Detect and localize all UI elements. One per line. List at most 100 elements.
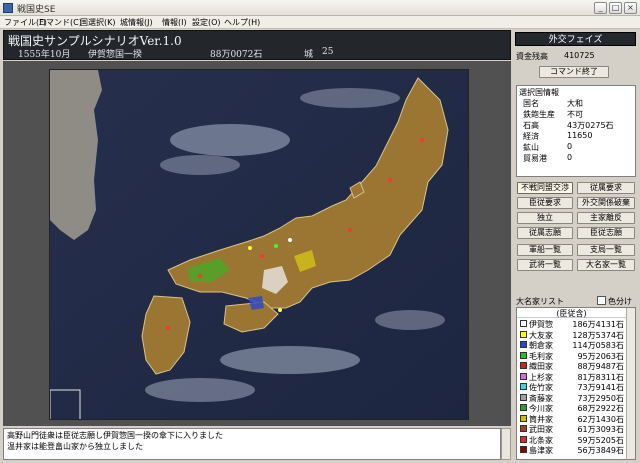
clan-name: 筒井家 (529, 414, 553, 424)
mainland-korea (50, 70, 102, 240)
daimyo-row[interactable]: 今川家 68万2922石 (517, 403, 626, 413)
clan-koku: 88万9487石 (577, 362, 624, 371)
request-subjugation-button[interactable]: 臣従志願 (577, 227, 635, 239)
clan-name: 斎藤家 (529, 393, 553, 403)
scenario-header: 戦国史サンプルシナリオVer.1.0 1555年10月 伊賀惣国一揆 88万00… (3, 30, 511, 60)
title-bar: 戦国史SE _ □ × (0, 0, 640, 16)
clan-name: 織田家 (529, 362, 553, 371)
cloud (300, 88, 400, 108)
clan-koku: 61万3093石 (577, 425, 624, 434)
clan-name: 大友家 (529, 330, 553, 340)
defect-from-lord-button[interactable]: 主家離反 (577, 212, 635, 224)
unit-marker (166, 326, 170, 330)
minimize-button[interactable]: _ (594, 2, 607, 14)
daimyo-row[interactable]: 大友家 128万5374石 (517, 330, 626, 340)
app-icon (3, 3, 13, 13)
subjugation-demand-button[interactable]: 臣従要求 (517, 197, 573, 209)
menu-help[interactable]: ヘルプ(H) (224, 17, 260, 28)
daimyo-row[interactable]: 織田家 88万9487石 (517, 361, 626, 371)
clan-name: 佐竹家 (529, 383, 553, 392)
request-vassalage-button[interactable]: 従属志願 (517, 227, 573, 239)
clan-color-swatch (520, 404, 527, 411)
castle-label: 城 (304, 50, 314, 60)
info-label: 鉄鉋生産 (523, 110, 555, 119)
daimyo-row[interactable]: 筒井家 62万1430石 (517, 414, 626, 424)
clan-name: 北条家 (529, 435, 553, 445)
unit-marker (420, 138, 424, 142)
menu-bar: ファイル(F) コマンド(C) 国選択(K) 城情報(J) 情報(I) 設定(O… (0, 16, 640, 29)
clan-color-swatch (520, 425, 527, 432)
daimyo-row[interactable]: 北条家 59万5205石 (517, 435, 626, 445)
clan-color-swatch (520, 351, 527, 359)
clan-color-swatch (520, 414, 527, 422)
clan-name: 島津家 (529, 446, 553, 455)
daimyo-row[interactable]: 毛利家 95万2063石 (517, 351, 626, 361)
daimyo-list-scrollbar[interactable] (626, 308, 635, 459)
close-button[interactable]: × (624, 2, 637, 14)
clan-color-swatch (520, 372, 527, 380)
clan-name: 朝倉家 (529, 341, 553, 350)
clan-color-swatch (520, 393, 527, 401)
daimyo-row[interactable]: 武田家 61万3093石 (517, 424, 626, 434)
japan-map[interactable] (50, 70, 469, 420)
daimyo-row[interactable]: 朝倉家 114万0583石 (517, 340, 626, 350)
daimyo-row[interactable]: 斎藤家 73万2950石 (517, 393, 626, 403)
maximize-button[interactable]: □ (609, 2, 622, 14)
branch-list-button[interactable]: 支局一覧 (577, 244, 635, 256)
clan-color-swatch (520, 341, 527, 348)
clan-color-swatch (520, 362, 527, 369)
cloud (170, 124, 290, 156)
info-value: 0 (567, 142, 573, 151)
clan-color-swatch (520, 330, 527, 338)
general-list-button[interactable]: 武将一覧 (517, 259, 573, 271)
current-date: 1555年10月 (18, 50, 71, 60)
unit-marker (348, 228, 352, 232)
clan-koku: 59万5205石 (577, 435, 624, 445)
menu-country-select[interactable]: 国選択(K) (80, 17, 116, 28)
menu-settings[interactable]: 設定(O) (192, 17, 221, 28)
end-command-button[interactable]: コマンド終了 (539, 66, 609, 78)
info-value: 43万0275石 (567, 121, 614, 130)
info-value: 不可 (567, 110, 583, 119)
clan-name: 上杉家 (529, 372, 553, 382)
clan-name: 伊賀惣 (529, 320, 553, 329)
daimyo-row[interactable]: 佐竹家 73万9141石 (517, 382, 626, 392)
map-view[interactable] (49, 69, 469, 420)
warship-list-button[interactable]: 軍船一覧 (517, 244, 573, 256)
clan-koku: 95万2063石 (577, 351, 624, 361)
daimyo-list-header: (臣従含) (517, 308, 626, 318)
menu-command[interactable]: コマンド(C) (38, 17, 82, 28)
non-aggression-alliance-button[interactable]: 不戦同盟交渉 (517, 182, 573, 194)
menu-castle-info[interactable]: 城情報(J) (120, 17, 153, 28)
daimyo-list[interactable]: (臣従含) 伊賀惣 186万4131石大友家 128万5374石朝倉家 114万058… (516, 307, 636, 460)
funds-label: 資金残高 (516, 52, 548, 61)
clan-koku: 186万4131石 (572, 320, 624, 329)
clan-name: 毛利家 (529, 351, 553, 361)
unit-marker (198, 274, 202, 278)
color-display-checkbox[interactable] (597, 296, 606, 305)
clan-name: 武田家 (529, 425, 553, 434)
independence-button[interactable]: 独立 (517, 212, 573, 224)
daimyo-list-button[interactable]: 大名家一覧 (577, 259, 635, 271)
daimyo-row[interactable]: 島津家 56万3849石 (517, 445, 626, 455)
info-label: 石高 (523, 121, 539, 130)
clan-koku: 73万2950石 (577, 393, 624, 403)
castle-count: 25 (322, 47, 334, 57)
menu-info[interactable]: 情報(I) (162, 17, 187, 28)
clan-koku: 68万2922石 (577, 404, 624, 413)
break-relations-button[interactable]: 外交関係破棄 (577, 197, 635, 209)
daimyo-row[interactable]: 伊賀惣 186万4131石 (517, 319, 626, 329)
unit-marker (278, 308, 282, 312)
info-label: 貿易港 (523, 154, 547, 163)
message-log: 高野山門徒衆は臣従志願し伊賀惣国一揆の傘下に入りました 温井家は能登畠山家から独… (3, 428, 501, 460)
cloud (145, 378, 255, 402)
clan-koku: 128万5374石 (572, 330, 624, 340)
vassalage-demand-button[interactable]: 従属要求 (577, 182, 635, 194)
clan-color-swatch (520, 446, 527, 453)
unit-marker (274, 244, 278, 248)
clan-koku: 73万9141石 (577, 383, 624, 392)
cloud (375, 310, 445, 330)
daimyo-row[interactable]: 上杉家 81万8311石 (517, 372, 626, 382)
log-scrollbar[interactable] (501, 428, 511, 460)
clan-koku: 114万0583石 (572, 341, 624, 350)
